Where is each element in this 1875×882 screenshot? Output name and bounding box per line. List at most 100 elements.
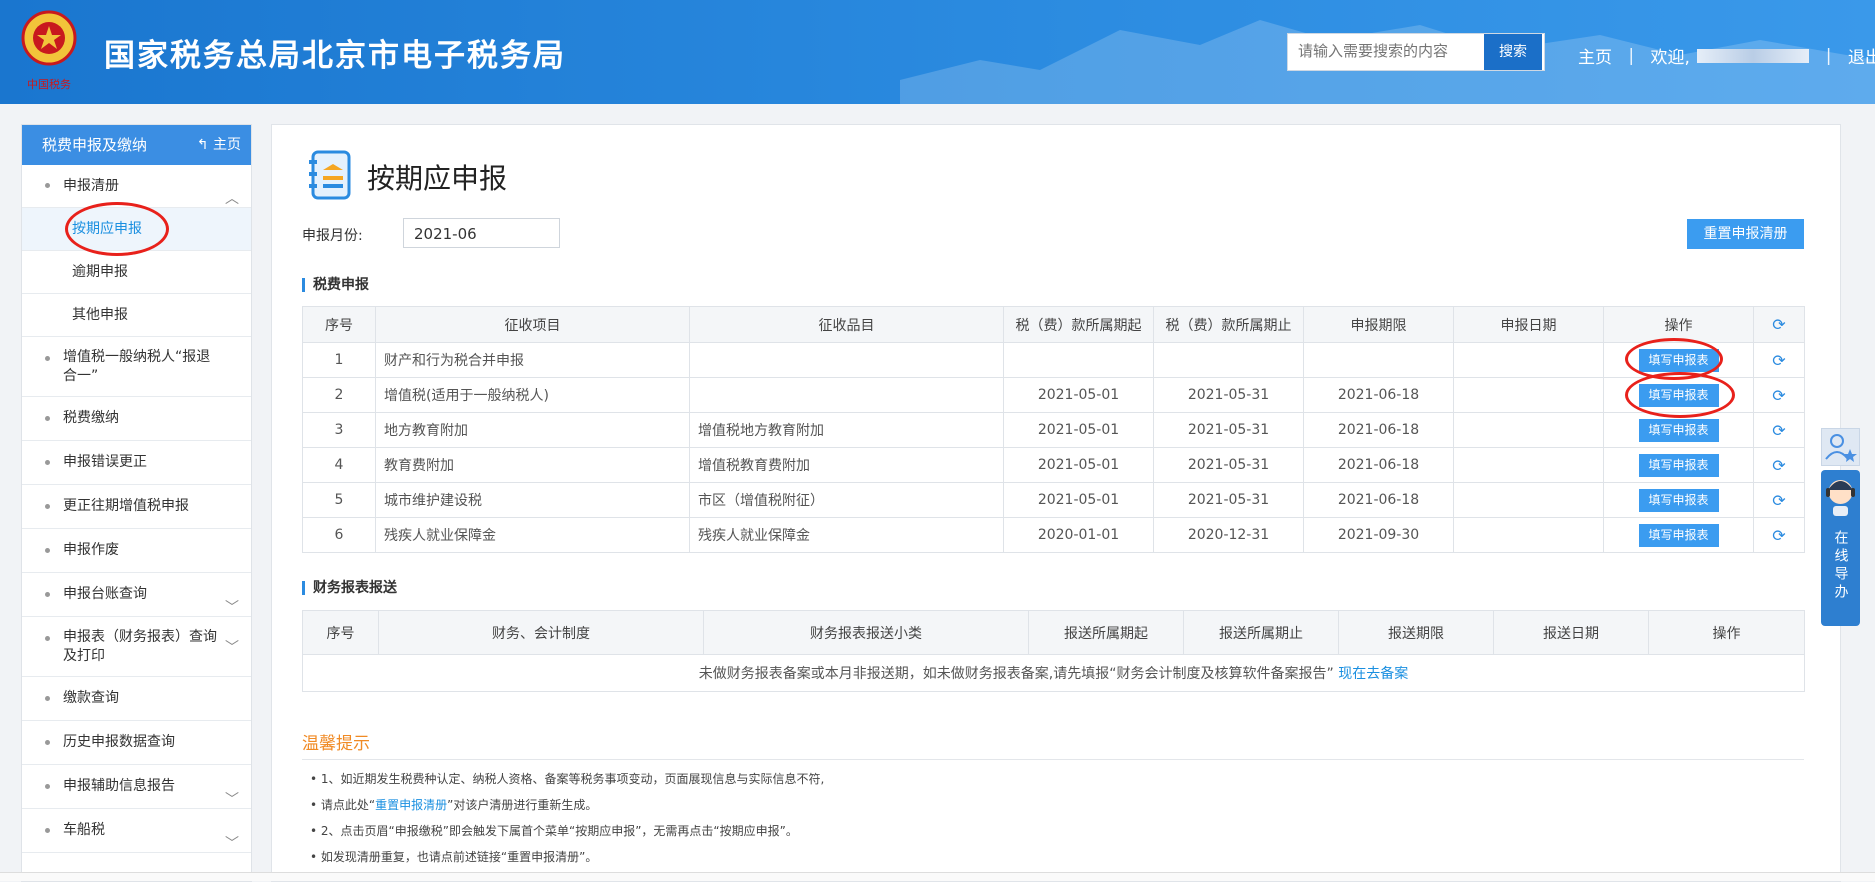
table-row: 1 财产和行为税合并申报 填写申报表 ⟳ <box>302 342 1805 378</box>
table-row: 5 城市维护建设税 市区（增值税附征） 2021-05-01 2021-05-3… <box>302 482 1805 518</box>
cell-end: 2021-05-31 <box>1153 412 1304 448</box>
tips-title: 温馨提示 <box>302 734 370 754</box>
sidebar-item-correction[interactable]: 申报错误更正 <box>22 441 251 485</box>
online-guide-button[interactable]: 在线导办 <box>1821 470 1860 626</box>
go-register-link[interactable]: 现在去备案 <box>1338 666 1408 682</box>
sidebar-item-label: 申报作废 <box>63 542 119 558</box>
row-refresh-button[interactable]: ⟳ <box>1753 447 1805 483</box>
refresh-all-button[interactable]: ⟳ <box>1753 306 1805 343</box>
sidebar-item-label: 申报表（财务报表）查询及打印 <box>63 629 217 664</box>
bullet-icon <box>45 503 50 509</box>
sidebar-item-periodic-declare[interactable]: 按期应申报 <box>22 208 251 251</box>
tip-text: 如发现清册重复，也请点前述链接“重置申报清册”。 <box>320 850 598 864</box>
search-input[interactable] <box>1288 34 1492 68</box>
cell-deadline: 2021-06-18 <box>1303 447 1454 483</box>
sidebar-header: 税费申报及缴纳 ↰ 主页 <box>22 125 251 165</box>
nav-home-link[interactable]: 主页 <box>1578 43 1612 68</box>
bullet-icon <box>45 547 50 553</box>
sidebar-item-label: 更正往期增值税申报 <box>63 498 189 514</box>
column-header: 申报日期 <box>1453 306 1604 343</box>
cell-no: 1 <box>302 342 376 378</box>
refresh-icon: ⟳ <box>1772 420 1786 440</box>
refresh-icon: ⟳ <box>1772 525 1786 545</box>
cell-no: 2 <box>302 377 376 413</box>
row-refresh-button[interactable]: ⟳ <box>1753 482 1805 518</box>
nav-logout-link[interactable]: 退出 <box>1848 43 1875 68</box>
fill-form-button[interactable]: 填写申报表 <box>1638 418 1719 442</box>
cell-deadline: 2021-09-30 <box>1303 517 1454 553</box>
sidebar-item-void[interactable]: 申报作废 <box>22 529 251 573</box>
sidebar-home-link[interactable]: ↰ 主页 <box>197 125 241 165</box>
sidebar: 税费申报及缴纳 ↰ 主页 申报清册 ︿ 按期应申报 逾期申报 其他申报 增值税一… <box>21 124 252 882</box>
bullet-icon <box>45 739 50 745</box>
cell-item: 教育费附加 <box>375 447 690 483</box>
nav-welcome: 欢迎, <box>1650 48 1690 68</box>
reset-declare-list-button[interactable]: 重置申报清册 <box>1687 219 1804 249</box>
cell-start: 2021-05-01 <box>1003 447 1154 483</box>
month-input[interactable]: 2021-06 <box>403 218 560 248</box>
cell-deadline: 2021-06-18 <box>1303 377 1454 413</box>
sidebar-item-history-query[interactable]: 历史申报数据查询 <box>22 721 251 765</box>
cell-deadline: 2021-06-18 <box>1303 412 1454 448</box>
back-arrow-icon: ↰ <box>196 137 209 153</box>
bullet-icon <box>45 356 50 361</box>
sidebar-item-aux-report[interactable]: 申报辅助信息报告 ﹀ <box>22 765 251 809</box>
cell-start: 2020-01-01 <box>1003 517 1154 553</box>
row-refresh-button[interactable]: ⟳ <box>1753 342 1805 378</box>
tip-text: ”对该户清册进行重新生成。 <box>447 798 598 812</box>
sidebar-item-declare-list[interactable]: 申报清册 ︿ <box>22 165 251 208</box>
sidebar-item-label: 申报错误更正 <box>63 454 147 470</box>
fill-form-button[interactable]: 填写申报表 <box>1638 523 1719 547</box>
cell-item: 地方教育附加 <box>375 412 690 448</box>
online-guide-widget[interactable]: 在线导办 <box>1821 428 1860 626</box>
sidebar-item-label: 其他申报 <box>72 307 128 323</box>
table-row: 4 教育费附加 增值税教育费附加 2021-05-01 2021-05-31 2… <box>302 447 1805 483</box>
sidebar-item-tax-payment[interactable]: 税费缴纳 <box>22 397 251 441</box>
column-header: 征收品目 <box>689 306 1004 343</box>
fill-form-button[interactable]: 填写申报表 <box>1638 453 1719 477</box>
cell-action: 填写申报表 <box>1603 447 1754 483</box>
search-button[interactable]: 搜索 <box>1484 34 1542 70</box>
cell-end: 2021-05-31 <box>1153 447 1304 483</box>
cell-start <box>1003 342 1154 378</box>
sidebar-item-label: 增值税一般纳税人“报退合一” <box>63 349 211 384</box>
sidebar-item-past-vat-correction[interactable]: 更正往期增值税申报 <box>22 485 251 529</box>
column-header: 财务报表报送小类 <box>703 610 1029 655</box>
cell-item: 残疾人就业保障金 <box>375 517 690 553</box>
cell-subitem <box>689 377 1004 413</box>
column-header: 报送所属期起 <box>1028 610 1184 655</box>
row-refresh-button[interactable]: ⟳ <box>1753 412 1805 448</box>
sidebar-item-vat-refund[interactable]: 增值税一般纳税人“报退合一” <box>22 337 251 397</box>
column-header: 税（费）款所属期起 <box>1003 306 1154 343</box>
refresh-icon: ⟳ <box>1772 455 1786 475</box>
bullet-icon <box>45 695 50 701</box>
fill-form-button[interactable]: 填写申报表 <box>1638 488 1719 512</box>
sidebar-item-overdue-declare[interactable]: 逾期申报 <box>22 251 251 294</box>
row-refresh-button[interactable]: ⟳ <box>1753 377 1805 413</box>
cell-subitem <box>689 342 1004 378</box>
cell-action: 填写申报表 <box>1603 412 1754 448</box>
cell-action: 填写申报表 <box>1603 482 1754 518</box>
sidebar-item-vehicle-tax[interactable]: 车船税 ﹀ <box>22 809 251 853</box>
tip-line: • 2、点击页眉“申报缴税”即会触发下属首个菜单“按期应申报”，无需再点击“按期… <box>310 824 798 838</box>
fill-form-button[interactable]: 填写申报表 <box>1638 383 1719 407</box>
sidebar-item-payment-query[interactable]: 缴款查询 <box>22 677 251 721</box>
sidebar-item-report-print[interactable]: 申报表（财务报表）查询及打印 ﹀ <box>22 617 251 677</box>
sidebar-item-other-declare[interactable]: 其他申报 <box>22 294 251 337</box>
cell-start: 2021-05-01 <box>1003 482 1154 518</box>
cell-date <box>1453 517 1604 553</box>
sidebar-item-ledger-query[interactable]: 申报台账查询 ﹀ <box>22 573 251 617</box>
column-header: 序号 <box>302 306 376 343</box>
row-refresh-button[interactable]: ⟳ <box>1753 517 1805 553</box>
cell-subitem: 增值税教育费附加 <box>689 447 1004 483</box>
sidebar-item-label: 缴款查询 <box>63 690 119 706</box>
sidebar-item-label: 申报辅助信息报告 <box>63 778 175 794</box>
fill-form-button[interactable]: 填写申报表 <box>1638 348 1719 372</box>
cell-date <box>1453 482 1604 518</box>
nav-separator: | <box>1628 45 1635 66</box>
sidebar-item-label: 历史申报数据查询 <box>63 734 175 750</box>
table-row: 2 增值税(适用于一般纳税人) 2021-05-01 2021-05-31 20… <box>302 377 1805 413</box>
user-star-icon[interactable] <box>1821 428 1860 466</box>
cell-item: 增值税(适用于一般纳税人) <box>375 377 690 413</box>
reset-declare-list-link[interactable]: 重置申报清册 <box>375 798 447 812</box>
